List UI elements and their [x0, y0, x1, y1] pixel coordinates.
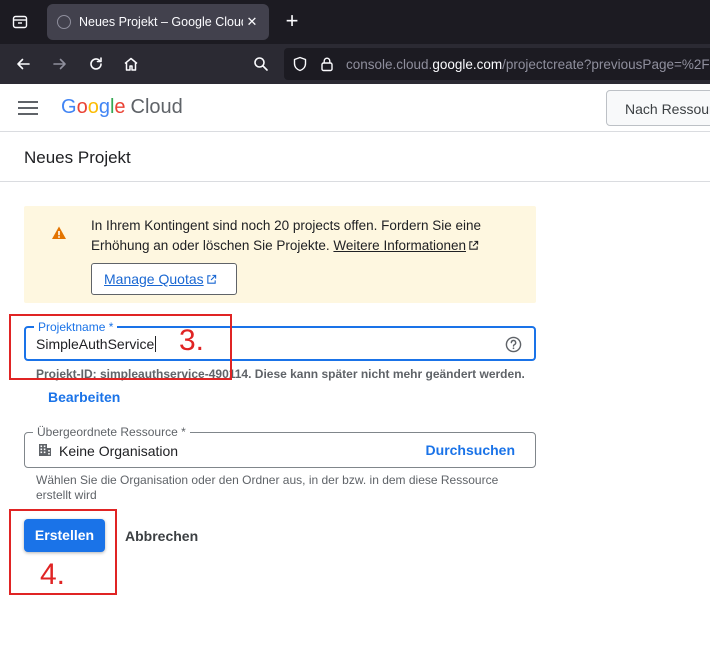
external-link-icon — [206, 274, 216, 284]
manage-quotas-button[interactable]: Manage Quotas — [91, 263, 237, 295]
external-link-icon — [469, 240, 479, 250]
annotation-step-4: 4. — [40, 558, 66, 591]
warning-icon — [52, 226, 66, 239]
google-cloud-logo[interactable]: Google Cloud — [61, 96, 183, 119]
logo-letter: g — [98, 96, 110, 118]
cloud-wordmark: Cloud — [130, 96, 183, 118]
parent-resource-label: Übergeordnete Ressource * — [33, 425, 190, 439]
parent-resource-value: Keine Organisation — [59, 443, 179, 459]
edit-project-id-button[interactable]: Bearbeiten — [48, 389, 120, 405]
reload-button[interactable] — [84, 52, 108, 76]
browser-tab-bar: Neues Projekt – Google Cloud C ✕ + — [0, 0, 710, 44]
reload-icon — [90, 57, 102, 70]
parent-resource-field[interactable]: Übergeordnete Ressource * Keine Organisa… — [24, 425, 536, 468]
back-button[interactable] — [11, 52, 35, 76]
shield-icon — [293, 56, 307, 72]
browse-button[interactable]: Durchsuchen — [426, 442, 515, 458]
logo-letter: G — [61, 96, 77, 118]
url-text: console.cloud.google.com/projectcreate?p… — [346, 57, 710, 72]
logo-letter: o — [87, 96, 99, 118]
loading-favicon-icon — [57, 15, 71, 29]
banner-text: In Ihrem Kontingent sind noch 20 project… — [91, 216, 511, 256]
browser-tab-active[interactable]: Neues Projekt – Google Cloud C ✕ — [47, 4, 269, 40]
forward-button[interactable] — [48, 52, 72, 76]
browser-nav-bar: console.cloud.google.com/projectcreate?p… — [0, 44, 710, 84]
tab-title: Neues Projekt – Google Cloud C — [79, 15, 243, 29]
title-divider — [0, 181, 710, 182]
gcp-header: Google Cloud Nach Ressour — [0, 84, 710, 132]
quota-warning-banner: In Ihrem Kontingent sind noch 20 project… — [24, 206, 536, 303]
forward-arrow-icon — [53, 58, 66, 70]
tab-list-icon — [12, 15, 28, 29]
logo-letter: e — [114, 96, 126, 118]
help-icon[interactable] — [505, 336, 522, 353]
home-button[interactable] — [119, 52, 143, 76]
home-icon — [124, 57, 138, 71]
page-title: Neues Projekt — [24, 148, 131, 167]
url-prefix: console.cloud. — [346, 57, 433, 72]
logo-letter: o — [76, 96, 88, 118]
tab-close-icon[interactable]: ✕ — [243, 14, 261, 30]
tab-list-button[interactable] — [8, 10, 32, 34]
search-page-button[interactable] — [249, 52, 273, 76]
more-info-link[interactable]: Weitere Informationen — [333, 238, 466, 253]
organization-building-icon — [39, 444, 51, 456]
lock-icon — [321, 57, 333, 72]
url-host: google.com — [432, 57, 503, 72]
annotation-step-3: 3. — [179, 324, 205, 357]
hamburger-menu-icon[interactable] — [18, 98, 38, 118]
url-path: /projectcreate?previousPage=%2F — [502, 57, 710, 72]
resource-search-button[interactable]: Nach Ressour — [606, 90, 710, 126]
url-bar[interactable]: console.cloud.google.com/projectcreate?p… — [284, 48, 710, 80]
parent-resource-hint: Wählen Sie die Organisation oder den Ord… — [36, 473, 499, 502]
cancel-button[interactable]: Abbrechen — [125, 528, 198, 544]
new-tab-button[interactable]: + — [280, 10, 304, 34]
back-arrow-icon — [17, 58, 30, 70]
manage-quotas-label: Manage Quotas — [104, 271, 204, 287]
google-wordmark: Google — [61, 96, 126, 118]
search-icon — [254, 57, 268, 71]
